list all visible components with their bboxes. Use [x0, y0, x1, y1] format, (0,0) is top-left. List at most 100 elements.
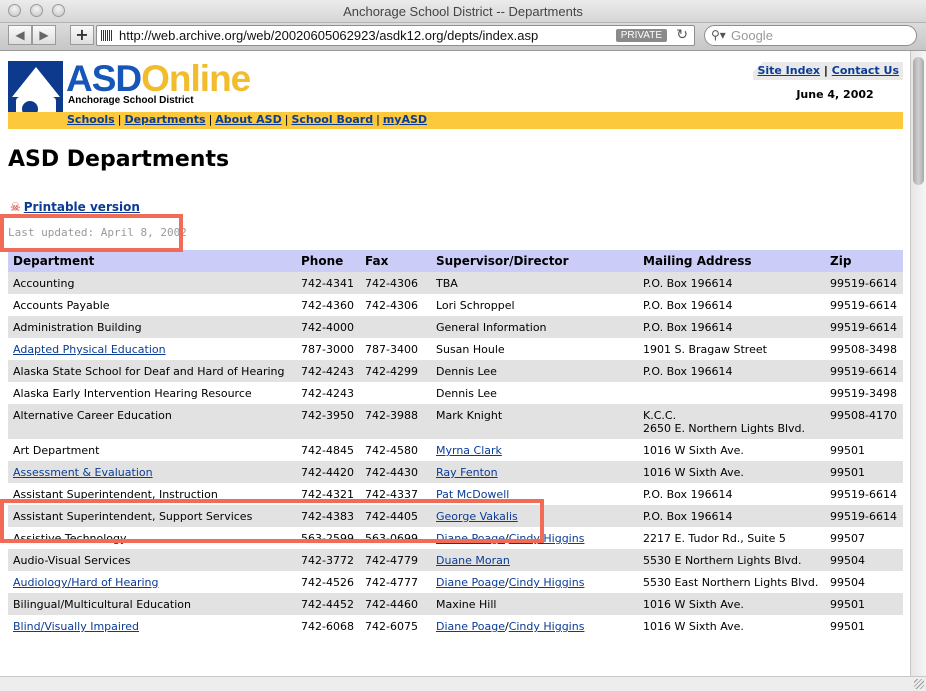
printable-version-link[interactable]: Printable version: [24, 200, 140, 214]
column-header-supervisor: Supervisor/Director: [431, 250, 638, 272]
phone-cell: 742-4243: [296, 360, 360, 382]
supervisor-link[interactable]: Diane Poage: [436, 620, 505, 633]
zip-cell: 99504: [825, 549, 903, 571]
zip-code: 99507: [830, 532, 865, 545]
supervisor-link[interactable]: Myrna Clark: [436, 444, 502, 457]
table-row: Accounts Payable 742-4360 742-4306 Lori Sch…: [8, 294, 903, 316]
mailing-address: 1016 W Sixth Ave.: [643, 598, 744, 611]
page-title: ASD Departments: [8, 147, 230, 172]
supervisor-link[interactable]: Cindy Higgins: [509, 576, 585, 589]
department-link[interactable]: Adapted Physical Education: [13, 343, 166, 356]
table-row: Assessment & Evaluation 742-4420 742-4430 R…: [8, 461, 903, 483]
window-title: Anchorage School District -- Departments: [343, 4, 583, 19]
nav-departments-link[interactable]: Departments: [124, 113, 205, 126]
zip-cell: 99519-6614: [825, 360, 903, 382]
address-bar[interactable]: http://web.archive.org/web/2002060506292…: [96, 25, 695, 46]
supervisor-cell: Myrna Clark: [431, 439, 638, 461]
zip-code: 99519-6614: [830, 488, 897, 501]
department-link[interactable]: Assessment & Evaluation: [13, 466, 153, 479]
department-cell: Alaska State School for Deaf and Hard of…: [8, 360, 296, 382]
address-cell: P.O. Box 196614: [638, 272, 825, 294]
fax-number: 787-3400: [365, 343, 418, 356]
fax-number: 742-4306: [365, 277, 418, 290]
table-row: Bilingual/Multicultural Education 742-445…: [8, 593, 903, 615]
phone-number: 742-4526: [301, 576, 354, 589]
address-cell: [638, 382, 825, 404]
current-date: June 4, 2002: [796, 88, 874, 101]
nav-schools-link[interactable]: Schools: [67, 113, 115, 126]
nav-school-board-link[interactable]: School Board: [291, 113, 373, 126]
mailing-address: P.O. Box 196614: [643, 488, 733, 501]
contact-us-link[interactable]: Contact Us: [832, 64, 899, 77]
mailing-address: P.O. Box 196614: [643, 299, 733, 312]
supervisor-link[interactable]: Duane Moran: [436, 554, 510, 567]
private-badge: PRIVATE: [615, 29, 667, 42]
table-row: Audiology/Hard of Hearing 742-4526 742-477…: [8, 571, 903, 593]
resize-grip-icon[interactable]: [914, 679, 924, 689]
department-name: Accounts Payable: [13, 299, 110, 312]
column-header-zip: Zip: [825, 250, 903, 272]
plus-icon: +: [75, 25, 89, 44]
fax-cell: 742-4430: [360, 461, 431, 483]
address-cell: 1016 W Sixth Ave.: [638, 593, 825, 615]
phone-cell: 742-3950: [296, 404, 360, 439]
department-name: Accounting: [13, 277, 75, 290]
reload-icon[interactable]: ↻: [676, 27, 688, 43]
brand-wordmark[interactable]: ASDOnline: [66, 59, 251, 99]
zip-cell: 99501: [825, 439, 903, 461]
column-header-phone: Phone: [296, 250, 360, 272]
mailing-address: 1016 W Sixth Ave.: [643, 444, 744, 457]
zip-code: 99501: [830, 466, 865, 479]
phone-cell: 742-4360: [296, 294, 360, 316]
add-bookmark-button[interactable]: +: [70, 25, 94, 45]
table-row: Art Department 742-4845 742-4580 Myrna Clar…: [8, 439, 903, 461]
department-link[interactable]: Blind/Visually Impaired: [13, 620, 139, 633]
table-row: Adapted Physical Education 787-3000 787-34…: [8, 338, 903, 360]
search-icon: ⚲▾: [711, 28, 726, 42]
zip-code: 99519-6614: [830, 365, 897, 378]
zip-cell: 99519-6614: [825, 294, 903, 316]
address-cell: P.O. Box 196614: [638, 360, 825, 382]
nav-about-link[interactable]: About ASD: [215, 113, 281, 126]
search-field[interactable]: ⚲▾ Google: [704, 25, 917, 46]
supervisor-cell: Mark Knight: [431, 404, 638, 439]
mailing-address: 5530 East Northern Lights Blvd.: [643, 576, 819, 589]
supervisor-name: TBA: [436, 277, 458, 290]
zip-cell: 99507: [825, 527, 903, 549]
department-link[interactable]: Audiology/Hard of Hearing: [13, 576, 158, 589]
back-button[interactable]: ◀: [8, 25, 32, 45]
phone-cell: 787-3000: [296, 338, 360, 360]
vertical-scrollbar[interactable]: [910, 51, 926, 676]
address-cell: P.O. Box 196614: [638, 483, 825, 505]
phone-cell: 742-6068: [296, 615, 360, 637]
scrollbar-thumb[interactable]: [913, 57, 924, 185]
address-cell: K.C.C. 2650 E. Northern Lights Blvd.: [638, 404, 825, 439]
fax-cell: 742-4460: [360, 593, 431, 615]
supervisor-link[interactable]: Diane Poage: [436, 576, 505, 589]
address-cell: 1901 S. Bragaw Street: [638, 338, 825, 360]
zip-cell: 99501: [825, 615, 903, 637]
forward-button[interactable]: ▶: [32, 25, 56, 45]
mailing-address: K.C.C. 2650 E. Northern Lights Blvd.: [643, 409, 806, 435]
zip-cell: 99504: [825, 571, 903, 593]
department-cell: Adapted Physical Education: [8, 338, 296, 360]
nav-myasd-link[interactable]: myASD: [383, 113, 427, 126]
search-placeholder: Google: [731, 28, 773, 43]
fax-number: 742-4299: [365, 365, 418, 378]
phone-number: 742-4845: [301, 444, 354, 457]
table-row: Administration Building 742-4000 General I…: [8, 316, 903, 338]
arrow-right-icon: ▶: [39, 28, 49, 42]
supervisor-link[interactable]: Ray Fenton: [436, 466, 498, 479]
department-cell: Alaska Early Intervention Hearing Resour…: [8, 382, 296, 404]
printable-version: ☠ Printable version: [10, 200, 140, 214]
site-index-link[interactable]: Site Index: [757, 64, 820, 77]
supervisor-cell: Duane Moran: [431, 549, 638, 571]
separator: |: [823, 64, 828, 77]
department-name: Art Department: [13, 444, 100, 457]
table-row: Alternative Career Education 742-3950 742-…: [8, 404, 903, 439]
address-cell: P.O. Box 196614: [638, 294, 825, 316]
zip-cell: 99519-6614: [825, 505, 903, 527]
supervisor-name: Mark Knight: [436, 409, 503, 422]
supervisor-link[interactable]: Cindy Higgins: [509, 620, 585, 633]
mailing-address: P.O. Box 196614: [643, 321, 733, 334]
